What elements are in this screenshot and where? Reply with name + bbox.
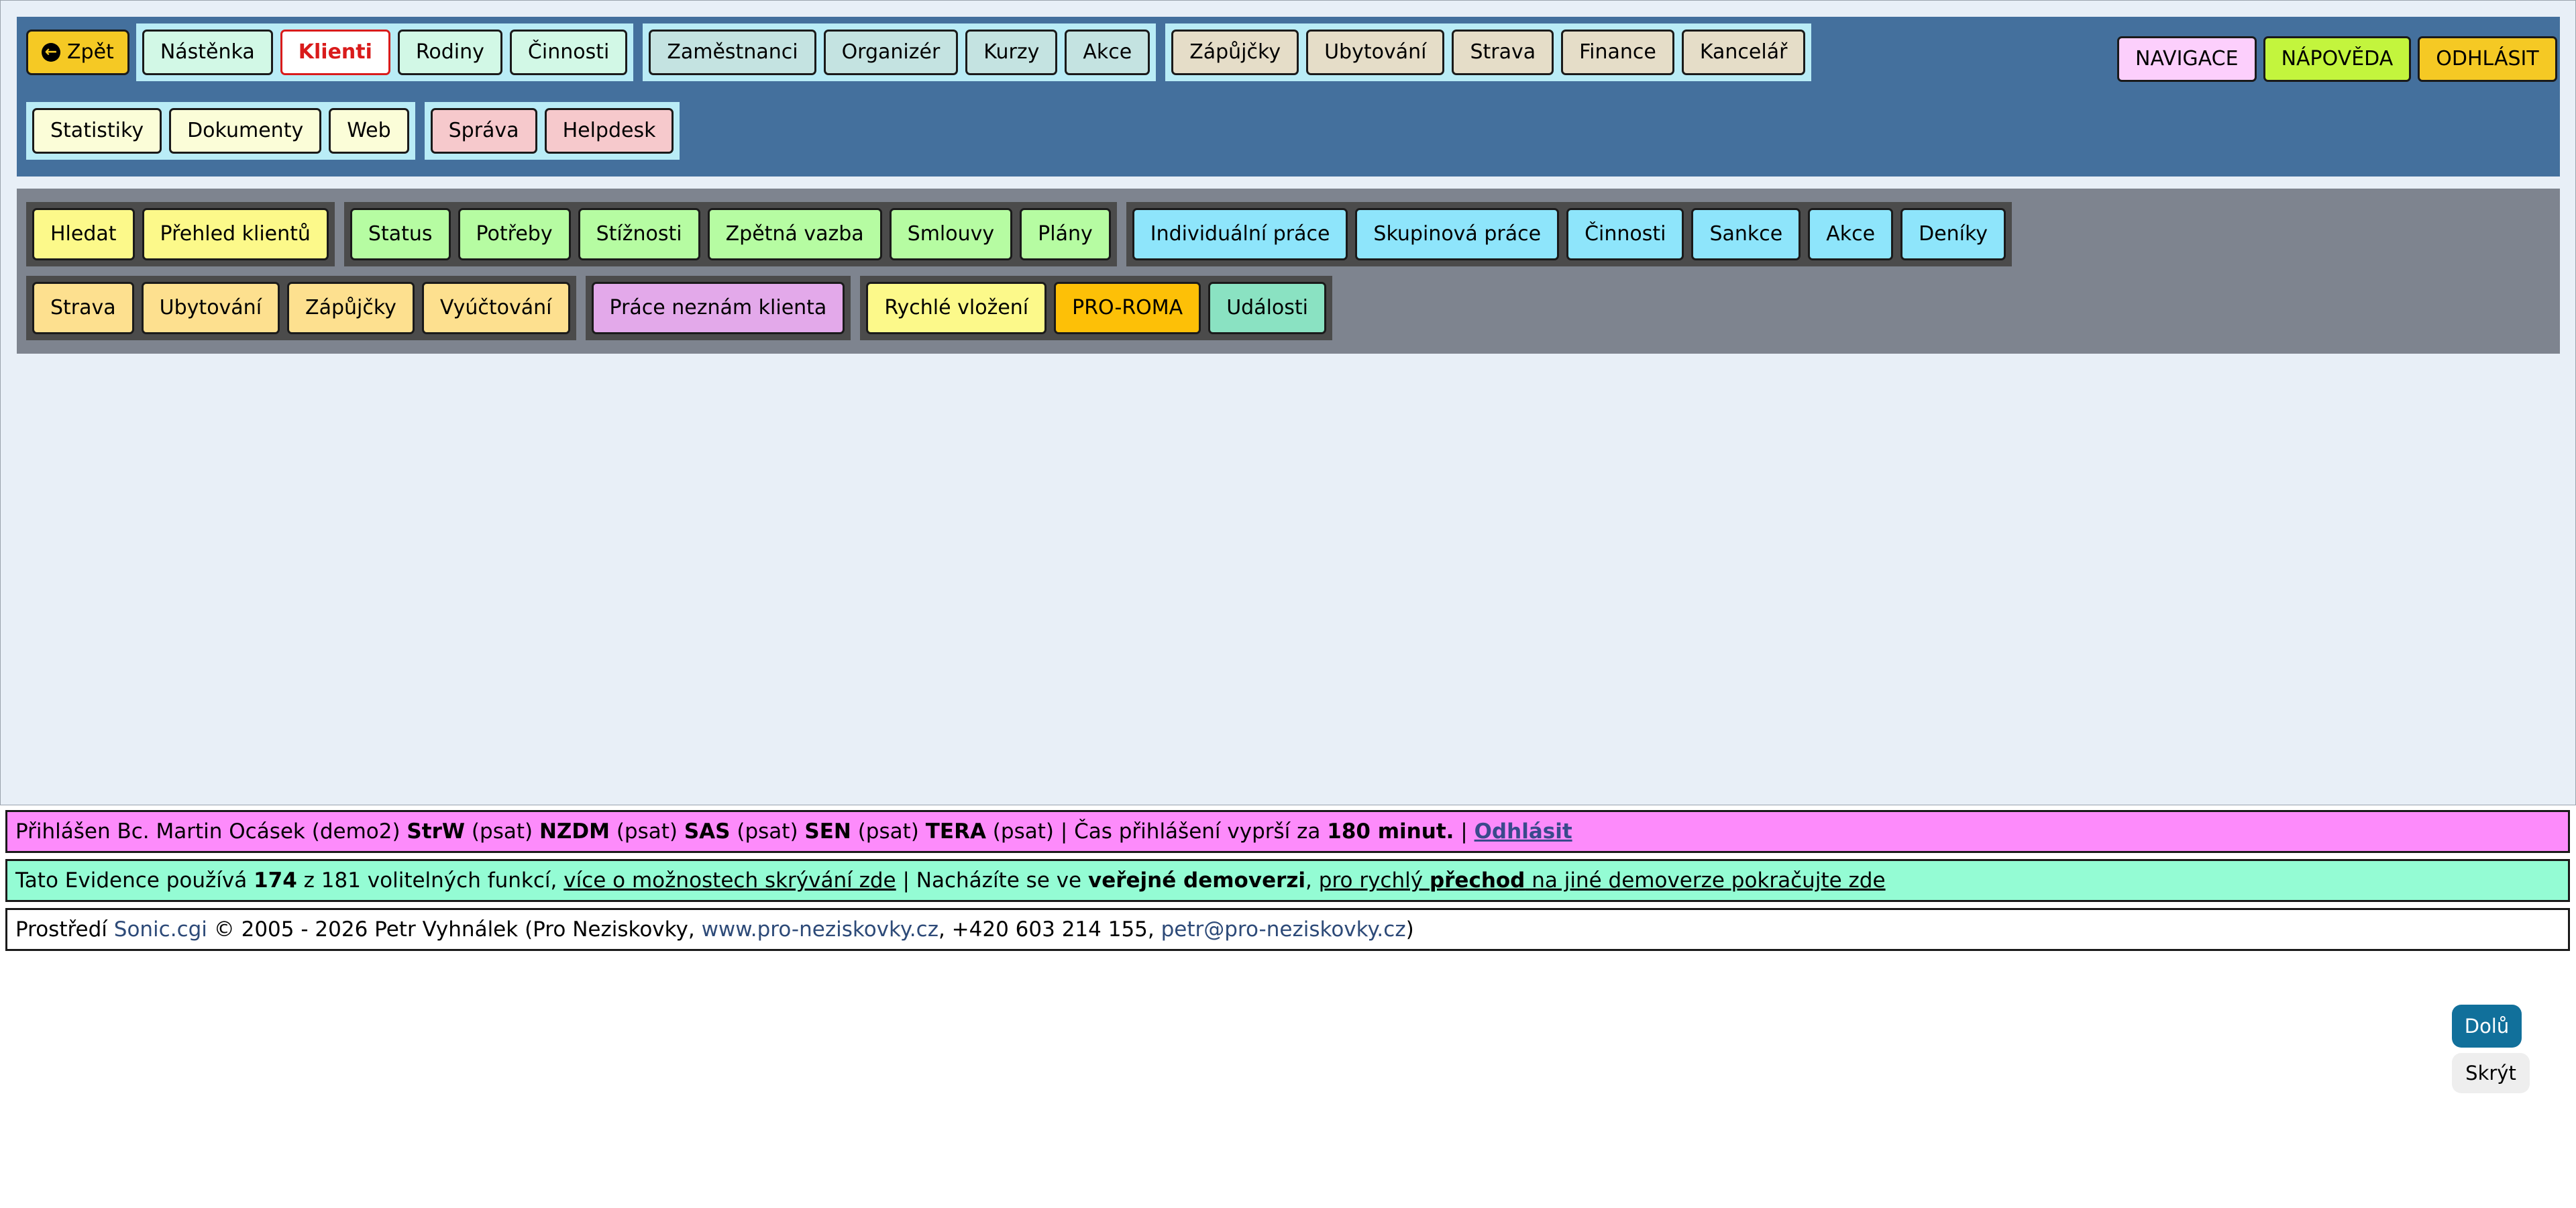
footer-text: © 2005 - 2026 Petr Vyhnálek (Pro Nezisko…: [207, 917, 702, 942]
switch-demo-bold: přechod: [1429, 868, 1525, 893]
role-sen: SEN: [804, 819, 851, 844]
login-status-bar: Přihlášen Bc. Martin Ocásek (demo2) StrW…: [5, 810, 2570, 853]
subnav-group-work: Individuální práce Skupinová práce Činno…: [1126, 202, 2012, 266]
role-strw: StrW: [407, 819, 466, 844]
nav-group-services: Zápůjčky Ubytování Strava Finance Kancel…: [1165, 23, 1812, 81]
role-perm: (psat): [730, 819, 805, 844]
role-tera: TERA: [925, 819, 986, 844]
subnav-item-unknown-client-work[interactable]: Práce neznám klienta: [591, 282, 845, 334]
role-perm: (psat): [465, 819, 539, 844]
nav-item-clients[interactable]: Klienti: [280, 30, 390, 75]
subnav-item-group-work[interactable]: Skupinová práce: [1355, 208, 1560, 260]
subnav-item-billing[interactable]: Vyúčtování: [421, 282, 570, 334]
subnav-item-contracts[interactable]: Smlouvy: [889, 208, 1013, 260]
separator: |: [1454, 819, 1474, 844]
nav-item-accommodation[interactable]: Ubytování: [1306, 30, 1445, 75]
subnav-item-pro-roma[interactable]: PRO-ROMA: [1054, 282, 1201, 334]
nav-item-documents[interactable]: Dokumenty: [169, 108, 322, 154]
nav-item-loans[interactable]: Zápůjčky: [1171, 30, 1299, 75]
subnav-item-feedback[interactable]: Zpětná vazba: [707, 208, 882, 260]
subnav-group-quick: Rychlé vložení PRO-ROMA Události: [860, 276, 1333, 340]
footer-text: , +420 603 214 155,: [938, 917, 1161, 942]
subnav-item-events[interactable]: Akce: [1808, 208, 1894, 260]
subnav-item-client-overview[interactable]: Přehled klientů: [142, 208, 329, 260]
subnav-item-diaries[interactable]: Deníky: [1900, 208, 2006, 260]
footer-text: Prostředí: [15, 917, 114, 942]
nav-group-clients: Nástěnka Klienti Rodiny Činnosti: [136, 23, 634, 81]
subnav-item-meals[interactable]: Strava: [32, 282, 134, 334]
main-navigation: ← Zpět Nástěnka Klienti Rodiny Činnosti …: [17, 17, 2560, 177]
subnav-item-plans[interactable]: Plány: [1020, 208, 1111, 260]
nav-item-administration[interactable]: Správa: [430, 108, 537, 154]
arrow-left-circle-icon: ←: [42, 43, 60, 62]
hide-button[interactable]: Skrýt: [2452, 1053, 2530, 1093]
feature-text: z 181 volitelných funkcí,: [297, 868, 564, 893]
footer-text: ): [1405, 917, 1414, 942]
logout-link[interactable]: Odhlásit: [1474, 819, 1572, 844]
help-button[interactable]: NÁPOVĚDA: [2263, 36, 2412, 82]
nav-item-organizer[interactable]: Organizér: [823, 30, 959, 75]
hide-features-link[interactable]: více o možnostech skrývání zde: [564, 868, 896, 893]
session-minutes: 180 minut.: [1327, 819, 1454, 844]
nav-item-office[interactable]: Kancelář: [1681, 30, 1806, 75]
subnav-item-incidents[interactable]: Události: [1208, 282, 1327, 334]
app-frame: ← Zpět Nástěnka Klienti Rodiny Činnosti …: [0, 0, 2576, 805]
footer-bar: Prostředí Sonic.cgi © 2005 - 2026 Petr V…: [5, 908, 2570, 951]
back-button-label: Zpět: [67, 40, 114, 64]
nav-group-admin: Správa Helpdesk: [424, 102, 680, 160]
feature-count: 174: [254, 868, 297, 893]
clients-sub-navigation: Hledat Přehled klientů Status Potřeby St…: [17, 189, 2560, 354]
navigation-button[interactable]: NAVIGACE: [2117, 36, 2257, 82]
email-link[interactable]: petr@pro-neziskovky.cz: [1161, 917, 1406, 942]
switch-demo-text: pro rychlý: [1318, 868, 1430, 893]
role-nzdm: NZDM: [539, 819, 610, 844]
role-sas: SAS: [684, 819, 731, 844]
feature-text: ,: [1305, 868, 1319, 893]
nav-group-staff: Zaměstnanci Organizér Kurzy Akce: [643, 23, 1157, 81]
sonic-link[interactable]: Sonic.cgi: [114, 917, 207, 942]
subnav-item-complaints[interactable]: Stížnosti: [578, 208, 700, 260]
feature-text: | Nacházíte se ve: [896, 868, 1088, 893]
logout-button[interactable]: ODHLÁSIT: [2418, 36, 2557, 82]
subnav-item-accommodation[interactable]: Ubytování: [141, 282, 280, 334]
role-perm: (psat): [609, 819, 684, 844]
subnav-item-activities[interactable]: Činnosti: [1566, 208, 1684, 260]
subnav-item-needs[interactable]: Potřeby: [458, 208, 571, 260]
nav-group-reports: Statistiky Dokumenty Web: [26, 102, 415, 160]
subnav-group-services: Strava Ubytování Zápůjčky Vyúčtování: [26, 276, 576, 340]
nav-item-web[interactable]: Web: [329, 108, 409, 154]
subnav-item-status[interactable]: Status: [350, 208, 451, 260]
subnav-group-search: Hledat Přehled klientů: [26, 202, 335, 266]
switch-demo-text: na jiné demoverze pokračujte zde: [1525, 868, 1886, 893]
back-button[interactable]: ← Zpět: [26, 30, 129, 75]
subnav-item-search[interactable]: Hledat: [32, 208, 135, 260]
nav-item-families[interactable]: Rodiny: [397, 30, 502, 75]
nav-item-activities[interactable]: Činnosti: [509, 30, 628, 75]
subnav-group-unknown: Práce neznám klienta: [585, 276, 851, 340]
subnav-item-sanctions[interactable]: Sankce: [1691, 208, 1801, 260]
nav-item-events[interactable]: Akce: [1065, 30, 1150, 75]
nav-item-helpdesk[interactable]: Helpdesk: [544, 108, 674, 154]
subnav-item-quick-insert[interactable]: Rychlé vložení: [866, 282, 1047, 334]
nav-item-dashboard[interactable]: Nástěnka: [142, 30, 273, 75]
nav-item-courses[interactable]: Kurzy: [965, 30, 1058, 75]
switch-demo-link[interactable]: pro rychlý přechod na jiné demoverze pok…: [1319, 868, 1886, 893]
nav-item-meals[interactable]: Strava: [1452, 30, 1554, 75]
session-expiry-text: (psat) | Čas přihlášení vyprší za: [985, 819, 1328, 844]
login-user-text: Přihlášen Bc. Martin Ocásek (demo2): [15, 819, 407, 844]
feature-info-bar: Tato Evidence používá 174 z 181 voliteln…: [5, 859, 2570, 902]
website-link[interactable]: www.pro-neziskovky.cz: [702, 917, 938, 942]
subnav-item-loans[interactable]: Zápůjčky: [287, 282, 415, 334]
feature-text: Tato Evidence používá: [15, 868, 254, 893]
demo-label: veřejné demoverzi: [1087, 868, 1306, 893]
nav-item-statistics[interactable]: Statistiky: [32, 108, 162, 154]
scroll-down-button[interactable]: Dolů: [2452, 1005, 2522, 1048]
subnav-item-individual-work[interactable]: Individuální práce: [1132, 208, 1348, 260]
nav-item-finance[interactable]: Finance: [1561, 30, 1674, 75]
nav-item-employees[interactable]: Zaměstnanci: [649, 30, 816, 75]
role-perm: (psat): [851, 819, 926, 844]
subnav-group-status: Status Potřeby Stížnosti Zpětná vazba Sm…: [343, 202, 1117, 266]
